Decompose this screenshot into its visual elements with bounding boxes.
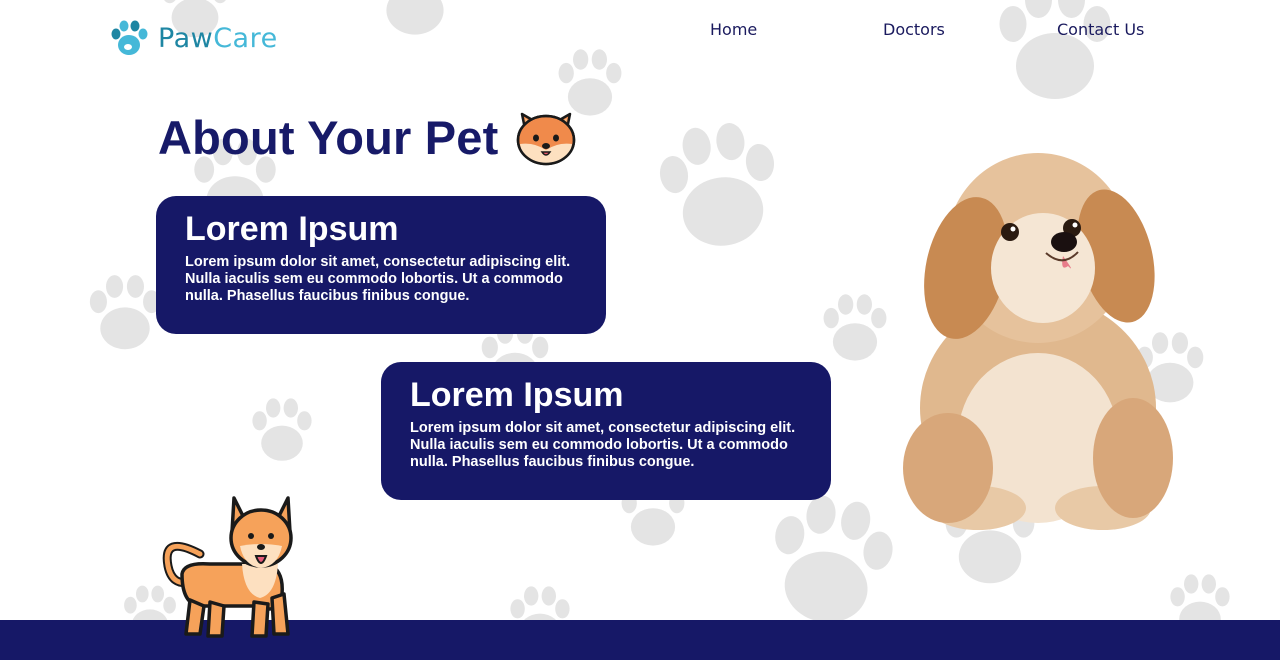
card-1-title: Lorem Ipsum	[185, 210, 399, 248]
brand-word-2: Care	[213, 22, 278, 54]
card-1-body: Lorem ipsum dolor sit amet, consectetur …	[185, 254, 571, 304]
shiba-face-icon	[516, 112, 576, 166]
brand-logo[interactable]: PawCare	[110, 18, 278, 58]
nav-contact-link[interactable]: Contact Us	[1057, 20, 1144, 39]
brand-word-1: Paw	[158, 22, 214, 54]
paw-logo-icon	[111, 20, 148, 55]
info-card-1: Lorem Ipsum Lorem ipsum dolor sit amet, …	[156, 196, 606, 334]
page-title: About Your Pet	[158, 111, 499, 164]
card-2-body: Lorem ipsum dolor sit amet, consectetur …	[410, 420, 796, 470]
nav-home-link[interactable]: Home	[710, 20, 757, 39]
brand-name: PawCare	[158, 23, 278, 54]
info-card-2: Lorem Ipsum Lorem ipsum dolor sit amet, …	[381, 362, 831, 500]
card-2-title: Lorem Ipsum	[410, 376, 624, 414]
nav-doctors-link[interactable]: Doctors	[883, 20, 945, 39]
shiba-dog-illustration	[162, 496, 293, 638]
puppy-photo	[903, 153, 1173, 530]
